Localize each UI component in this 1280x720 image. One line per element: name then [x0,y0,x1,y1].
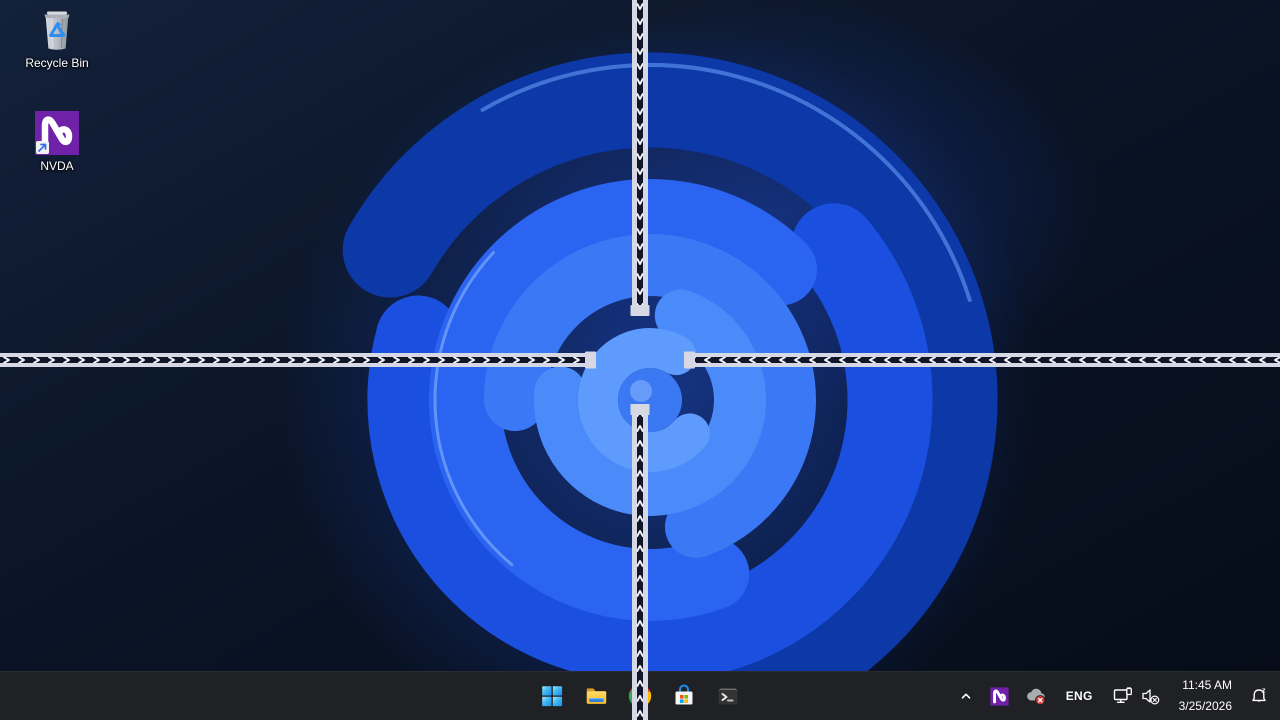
network-display-icon [1112,686,1134,706]
desktop: Recycle Bin NVDA [0,0,1280,720]
clock-date: 3/25/2026 [1179,699,1232,714]
svg-text:z: z [1262,688,1266,695]
desktop-icon-nvda[interactable]: NVDA [14,110,100,173]
crosshair-band-top [632,0,648,316]
taskbar-button-microsoft-store[interactable] [664,676,704,716]
nvda-tray-icon [990,687,1009,706]
nvda-tray-button[interactable] [983,676,1016,716]
notification-center-button[interactable]: z [1242,676,1276,716]
shortcut-arrow-icon [36,141,49,154]
volume-muted-icon [1140,686,1162,706]
system-indicators-button[interactable] [1105,676,1169,716]
language-label: ENG [1066,689,1093,703]
windows-start-icon [540,684,564,708]
desktop-icon-label: NVDA [40,159,73,173]
crosshair-band-right [684,353,1280,367]
terminal-icon [716,684,740,708]
recycle-bin-icon [35,7,79,53]
folder-icon [583,683,609,709]
crosshair-band-bottom [632,404,648,720]
nvda-logo-icon [34,110,80,156]
crosshair-band-left [0,353,596,367]
clock[interactable]: 11:45 AM 3/25/2026 [1171,676,1240,716]
desktop-icon-recycle-bin[interactable]: Recycle Bin [14,7,100,70]
clock-time: 11:45 AM [1182,678,1232,693]
bell-dnd-icon: z [1249,686,1269,706]
chevron-up-icon [958,688,974,704]
taskbar-tray: ENG 11:45 AM 3/25/2026 [951,672,1276,720]
onedrive-error-icon [1025,686,1047,706]
taskbar-button-file-explorer[interactable] [576,676,616,716]
hidden-icons-button[interactable] [951,676,981,716]
taskbar-button-start[interactable] [532,676,572,716]
language-indicator[interactable]: ENG [1056,676,1103,716]
taskbar-button-terminal[interactable] [708,676,748,716]
onedrive-tray-button[interactable] [1018,676,1054,716]
store-bag-icon [672,684,696,708]
desktop-icon-label: Recycle Bin [25,56,88,70]
